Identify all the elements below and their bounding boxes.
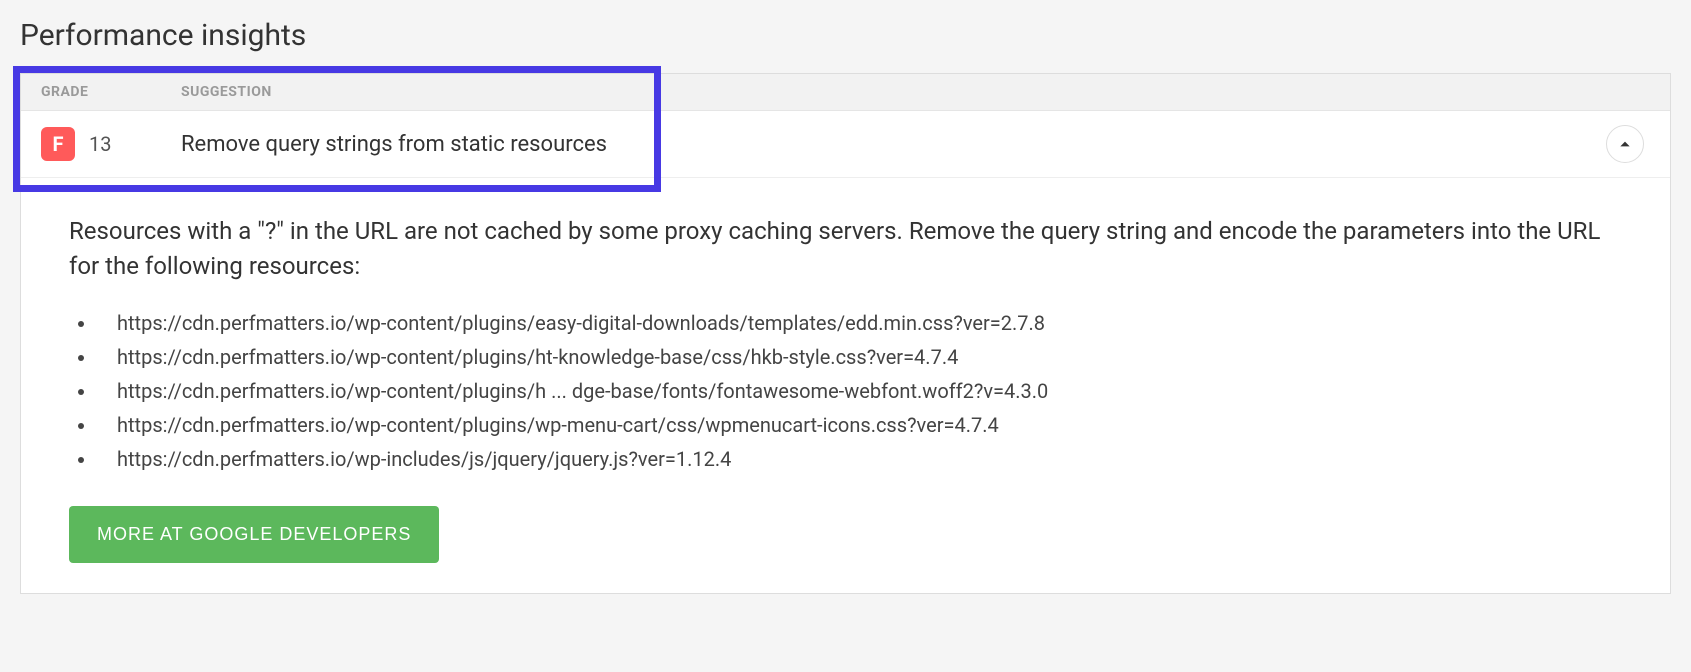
more-at-google-developers-button[interactable]: MORE AT GOOGLE DEVELOPERS <box>69 506 439 563</box>
insight-description: Resources with a "?" in the URL are not … <box>69 214 1622 284</box>
insights-panel: GRADE SUGGESTION F 13 Remove query strin… <box>20 73 1671 594</box>
list-item: https://cdn.perfmatters.io/wp-content/pl… <box>97 408 1622 442</box>
insight-row[interactable]: F 13 Remove query strings from static re… <box>21 111 1670 178</box>
resource-list: https://cdn.perfmatters.io/wp-content/pl… <box>69 306 1622 476</box>
insight-details: Resources with a "?" in the URL are not … <box>21 178 1670 593</box>
grade-score: 13 <box>89 132 111 156</box>
page-title: Performance insights <box>20 18 1671 53</box>
grade-badge: F <box>41 127 75 161</box>
header-grade: GRADE <box>41 84 181 100</box>
list-item: https://cdn.perfmatters.io/wp-content/pl… <box>97 306 1622 340</box>
list-item: https://cdn.perfmatters.io/wp-content/pl… <box>97 340 1622 374</box>
insights-header-row: GRADE SUGGESTION <box>21 74 1670 111</box>
suggestion-text: Remove query strings from static resourc… <box>181 132 1606 157</box>
list-item: https://cdn.perfmatters.io/wp-content/pl… <box>97 374 1622 408</box>
header-suggestion: SUGGESTION <box>181 84 1650 100</box>
chevron-up-icon <box>1618 137 1632 151</box>
list-item: https://cdn.perfmatters.io/wp-includes/j… <box>97 442 1622 476</box>
grade-cell: F 13 <box>41 127 181 161</box>
collapse-button[interactable] <box>1606 125 1644 163</box>
